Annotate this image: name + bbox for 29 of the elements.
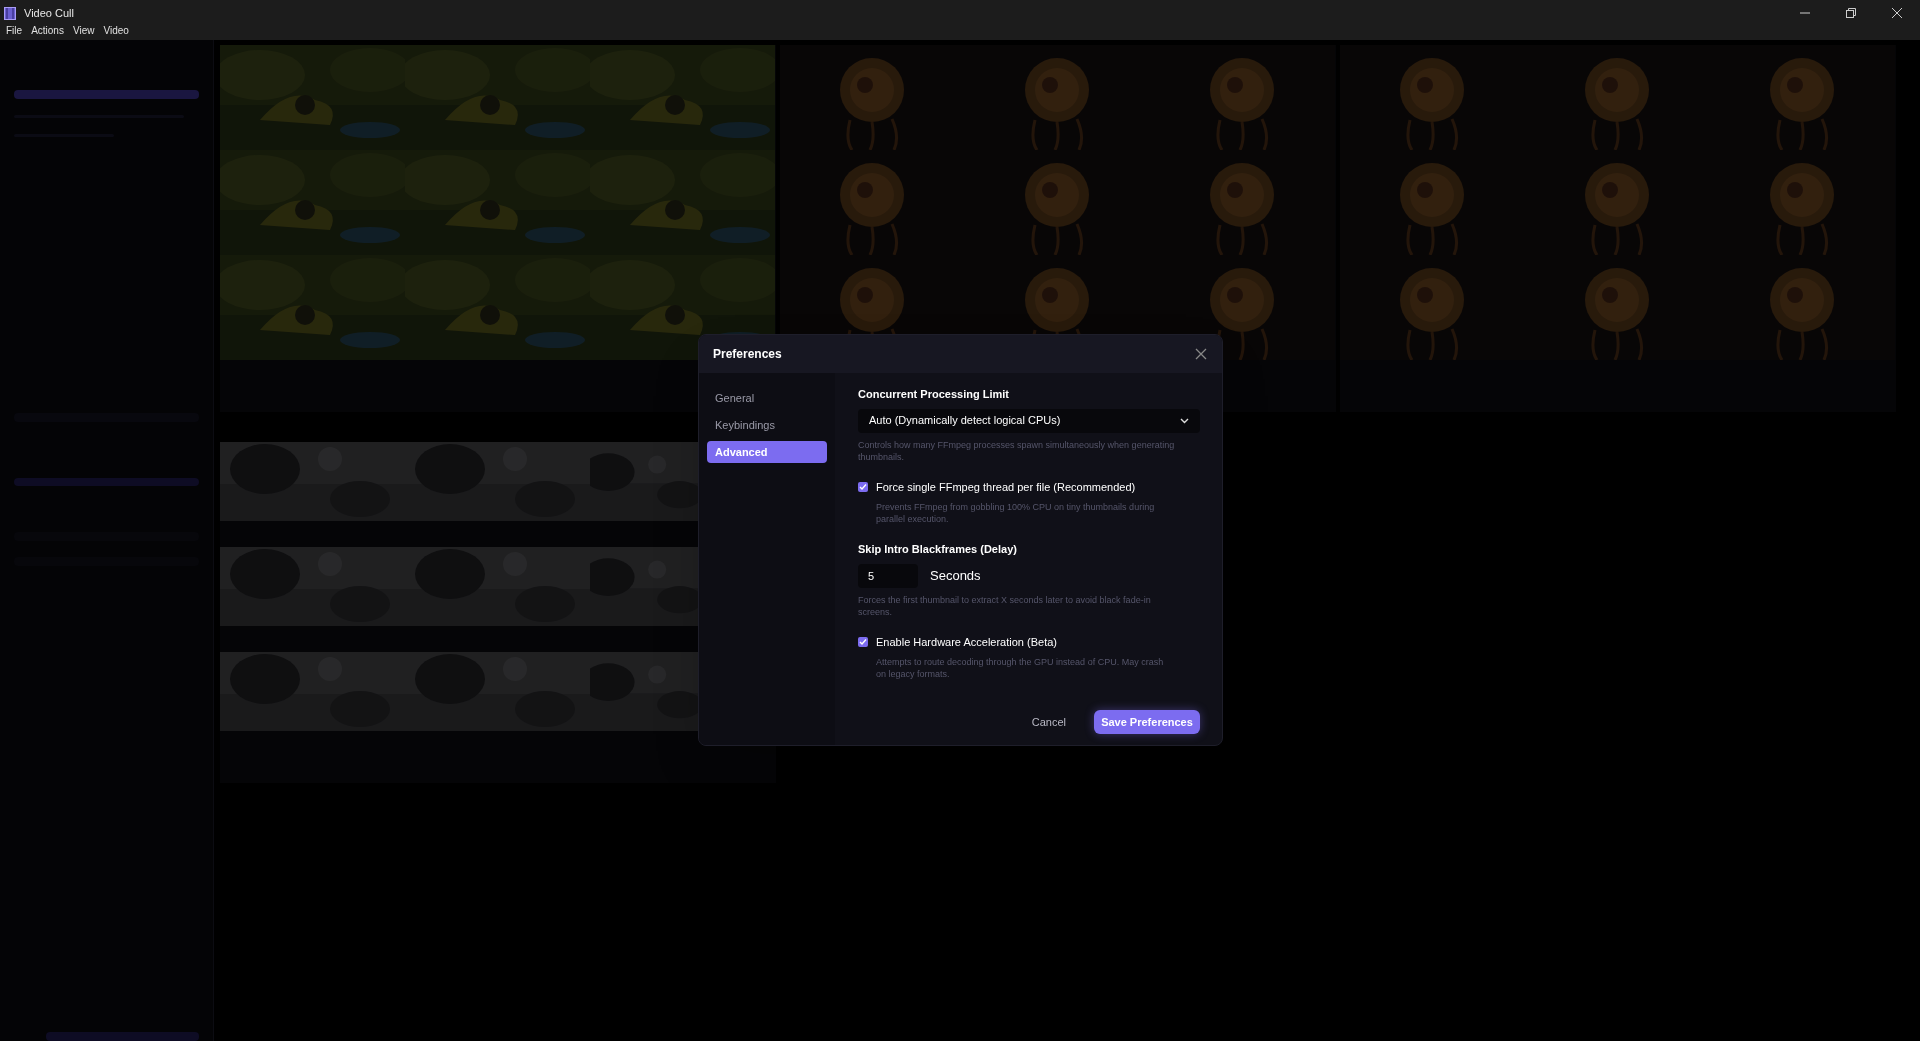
help-text: Forces the first thumbnail to extract X seconds later to avoid black fade-in screens. [858,593,1152,618]
help-text: Controls how many FFmpeg processes spawn simultaneously when generating thumbnails. [858,438,1176,463]
checkbox[interactable] [858,636,868,647]
delay-input[interactable]: 5 [858,563,918,588]
settings-tab[interactable]: General [707,387,827,409]
chevron-down-icon [1180,417,1189,424]
close-icon[interactable] [1194,347,1208,361]
setting-label: Skip Intro Blackframes (Delay) [858,542,1018,557]
setting-label: Concurrent Processing Limit [858,387,1010,402]
settings-tab[interactable]: Advanced [707,441,827,463]
menu-item[interactable]: View [72,26,95,36]
checkbox[interactable] [858,481,868,492]
menu-item[interactable]: File [6,26,23,36]
cancel-button[interactable]: Cancel [1025,709,1072,734]
save-preferences-button[interactable]: Save Preferences [1094,709,1200,734]
unit-label: Seconds [930,566,981,585]
window-title: Video Cull [24,5,74,21]
close-icon[interactable] [1892,8,1902,18]
settings-tab[interactable]: Keybindings [707,414,827,436]
menu-item[interactable]: Video [103,26,129,36]
menu-item[interactable]: Actions [31,26,64,36]
restore-icon[interactable] [1846,8,1856,18]
processing-limit-select[interactable]: Auto (Dynamically detect logical CPUs) [858,408,1200,433]
help-text: Prevents FFmpeg from gobbling 100% CPU on tiny thumbnails during parallel execution. [876,501,1156,525]
dialog-title: Preferences [713,346,782,363]
help-text: Attempts to route decoding through the GPU instead of CPU. May crash on legacy formats. [876,656,1165,680]
film-icon [4,6,16,20]
checkbox-label: Enable Hardware Acceleration (Beta) [876,634,1057,650]
checkbox-label: Force single FFmpeg thread per file (Recommended) [876,479,1136,495]
